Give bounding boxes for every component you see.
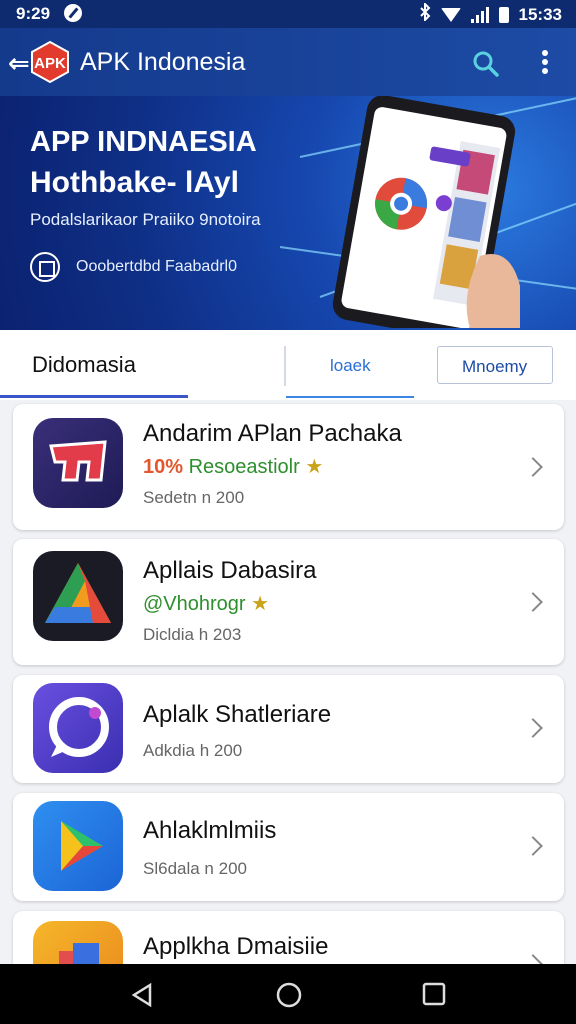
app-tag: 10% Resoeastiolr ★ <box>143 454 323 479</box>
app-tag: @Vhohrogr ★ <box>143 591 269 616</box>
tab-label: loaek <box>330 356 371 375</box>
home-nav-icon[interactable] <box>276 982 302 1013</box>
banner-description: Podalslarikaor Praiiko 9notoira <box>30 210 261 229</box>
banner-subtitle: Hothbake- lAyl <box>30 166 239 199</box>
app-tag-prefix: 10% <box>143 456 184 478</box>
app-title: APK Indonesia <box>80 48 246 76</box>
signal-icon <box>470 6 489 23</box>
list-item[interactable]: Andarim APlan Pachaka 10% Resoeastiolr ★… <box>13 404 564 530</box>
do-not-disturb-icon <box>64 4 82 22</box>
app-date: Dicldia h 203 <box>143 625 242 644</box>
recents-nav-icon[interactable] <box>422 982 446 1011</box>
chevron-right-icon <box>523 592 543 612</box>
chevron-right-icon <box>523 718 543 738</box>
app-name: Apllais Dabasira <box>143 557 317 584</box>
tab-mnoemy-button[interactable]: Mnoemy <box>437 346 553 384</box>
wifi-icon <box>440 7 461 22</box>
app-tag-text: Resoeastiolr <box>188 456 300 478</box>
app-name: Applkha Dmaisiie <box>143 933 329 960</box>
play-icon <box>33 801 123 891</box>
app-name: Aplalk Shatleriare <box>143 701 332 728</box>
back-arrow-icon[interactable]: ⇐ <box>8 50 30 76</box>
app-date: Sl6dala n 200 <box>143 859 247 878</box>
app-name: Andarim APlan Pachaka <box>143 420 402 447</box>
tab-indicator <box>286 396 414 398</box>
back-nav-icon[interactable] <box>130 982 154 1013</box>
badge-icon <box>30 252 60 282</box>
tab-didomasia[interactable]: Didomasia <box>0 330 188 400</box>
more-options-icon[interactable] <box>542 50 548 76</box>
battery-icon <box>498 6 509 23</box>
app-tag-text: @Vhohrogr <box>143 593 246 615</box>
pp-icon <box>33 418 123 508</box>
status-time: 9:29 <box>16 4 51 23</box>
promo-banner[interactable]: APP INDNAESIA Hothbake- lAyl Podalslarik… <box>0 96 576 330</box>
tab-loaek[interactable]: loaek <box>286 330 414 400</box>
tab-label: Didomasia <box>32 352 136 377</box>
bluetooth-icon <box>419 1 431 26</box>
list-item[interactable]: Aplalk Shatleriare Adkdia h 200 <box>13 675 564 783</box>
drive-icon <box>33 551 123 641</box>
logo-text: APK <box>34 55 66 72</box>
active-tab-indicator <box>0 395 188 398</box>
app-bar: ⇐ APK APK Indonesia <box>0 28 576 96</box>
status-bar: 9:29 15:33 <box>0 0 576 28</box>
search-icon[interactable] <box>472 50 500 83</box>
chat-icon <box>33 683 123 773</box>
app-date: Adkdia h 200 <box>143 741 243 760</box>
app-name: Ahlaklmlmiis <box>143 817 277 844</box>
apk-logo: APK <box>31 40 69 84</box>
star-icon: ★ <box>305 456 324 478</box>
list-item[interactable]: Ahlaklmlmiis Sl6dala n 200 <box>13 793 564 901</box>
list-item[interactable]: Apllais Dabasira @Vhohrogr ★ Dicldia h 2… <box>13 539 564 665</box>
chevron-right-icon <box>523 457 543 477</box>
app-date: Sedetn n 200 <box>143 488 245 507</box>
phone-illustration <box>332 96 520 328</box>
tab-bar: Didomasia loaek Mnoemy <box>0 330 576 400</box>
tab-label: Mnoemy <box>462 357 528 376</box>
chevron-right-icon <box>523 836 543 856</box>
status-clock: 15:33 <box>518 4 562 24</box>
banner-title: APP INDNAESIA <box>30 126 257 158</box>
star-icon: ★ <box>251 593 270 615</box>
banner-badge-text: Ooobertdbd Faabadrl0 <box>76 258 237 275</box>
system-nav-bar <box>0 964 576 1024</box>
